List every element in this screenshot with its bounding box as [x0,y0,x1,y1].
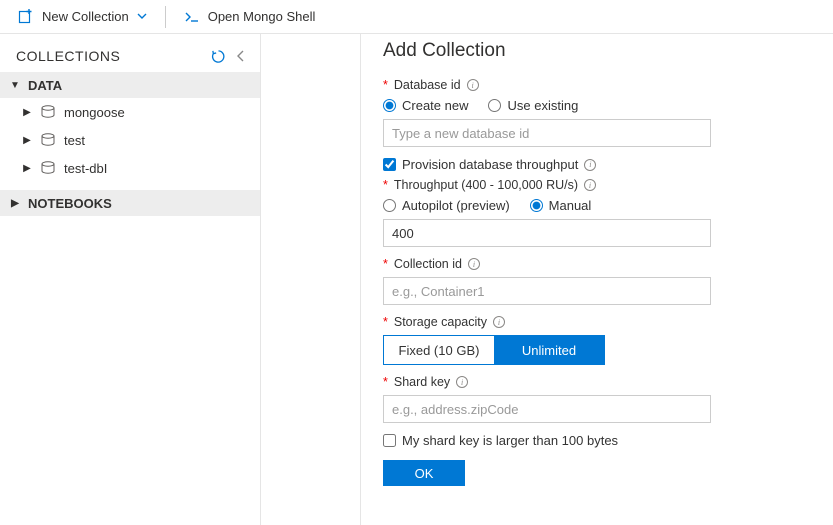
database-icon [40,133,56,147]
new-collection-button[interactable]: New Collection [0,0,165,33]
input-collection-id[interactable] [383,277,711,305]
info-icon[interactable]: i [468,258,480,270]
checkbox-shard-large[interactable]: My shard key is larger than 100 bytes [383,433,618,448]
body: COLLECTIONS ▼ DATA ▶ mongoose ▶ t [0,34,833,525]
db-item-label: mongoose [64,105,125,120]
input-shard-key[interactable] [383,395,711,423]
radio-manual[interactable]: Manual [530,198,592,213]
field-shard-key: * Shard key i [383,375,815,423]
add-collection-panel: Add Collection * Database id i Create new … [361,34,833,525]
new-collection-label: New Collection [42,9,129,24]
db-item-mongoose[interactable]: ▶ mongoose [0,98,260,126]
db-item-label: test-dbI [64,161,107,176]
info-icon[interactable]: i [493,316,505,328]
database-icon [40,161,56,175]
chevron-right-icon: ▶ [22,135,32,146]
storage-option-fixed[interactable]: Fixed (10 GB) [384,336,494,364]
app-root: New Collection Open Mongo Shell COLLECTI… [0,0,833,525]
toolbar: New Collection Open Mongo Shell [0,0,833,34]
label-collection-id: Collection id [394,257,462,271]
chevron-right-icon: ▶ [10,198,20,209]
open-mongo-shell-button[interactable]: Open Mongo Shell [166,0,334,33]
info-icon[interactable]: i [467,79,479,91]
required-asterisk: * [383,375,388,389]
row-provision-throughput: Provision database throughput i [383,157,815,172]
shell-icon [184,9,200,25]
section-head-data[interactable]: ▼ DATA [0,72,260,98]
input-database-id[interactable] [383,119,711,147]
storage-option-unlimited[interactable]: Unlimited [494,336,604,364]
field-database-id: * Database id i Create new Use existing [383,78,815,147]
chevron-down-icon [137,9,147,24]
database-icon [40,105,56,119]
info-icon[interactable]: i [456,376,468,388]
label-database-id: Database id [394,78,461,92]
db-item-test[interactable]: ▶ test [0,126,260,154]
label-storage-capacity: Storage capacity [394,315,487,329]
field-collection-id: * Collection id i [383,257,815,305]
row-shard-large: My shard key is larger than 100 bytes [383,433,815,448]
panel-title: Add Collection [383,40,815,62]
radio-use-existing[interactable]: Use existing [488,98,578,113]
section-head-notebooks[interactable]: ▶ NOTEBOOKS [0,190,260,216]
chevron-down-icon: ▼ [10,80,20,91]
chevron-right-icon: ▶ [22,163,32,174]
required-asterisk: * [383,315,388,329]
ok-button[interactable]: OK [383,460,465,486]
chevron-right-icon: ▶ [22,107,32,118]
sidebar: COLLECTIONS ▼ DATA ▶ mongoose ▶ t [0,34,261,525]
open-mongo-shell-label: Open Mongo Shell [208,9,316,24]
required-asterisk: * [383,178,388,192]
info-icon[interactable]: i [584,159,596,171]
required-asterisk: * [383,257,388,271]
radio-create-new[interactable]: Create new [383,98,468,113]
refresh-icon[interactable] [208,46,228,66]
empty-middle-pane [261,34,361,525]
label-shard-key: Shard key [394,375,450,389]
field-throughput: * Throughput (400 - 100,000 RU/s) i Autopi… [383,178,815,247]
checkbox-provision-throughput[interactable]: Provision database throughput [383,157,578,172]
db-item-test-dbi[interactable]: ▶ test-dbI [0,154,260,182]
storage-segmented-control: Fixed (10 GB) Unlimited [383,335,605,365]
field-storage-capacity: * Storage capacity i Fixed (10 GB) Unlimit… [383,315,815,365]
db-item-label: test [64,133,85,148]
required-asterisk: * [383,78,388,92]
section-label-notebooks: NOTEBOOKS [28,196,112,211]
label-throughput: Throughput (400 - 100,000 RU/s) [394,178,578,192]
input-throughput[interactable] [383,219,711,247]
info-icon[interactable]: i [584,179,596,191]
sidebar-header: COLLECTIONS [0,46,260,72]
new-collection-icon [18,9,34,25]
radio-autopilot[interactable]: Autopilot (preview) [383,198,510,213]
sidebar-title: COLLECTIONS [16,48,208,64]
section-label-data: DATA [28,78,62,93]
collapse-sidebar-icon[interactable] [232,47,250,65]
